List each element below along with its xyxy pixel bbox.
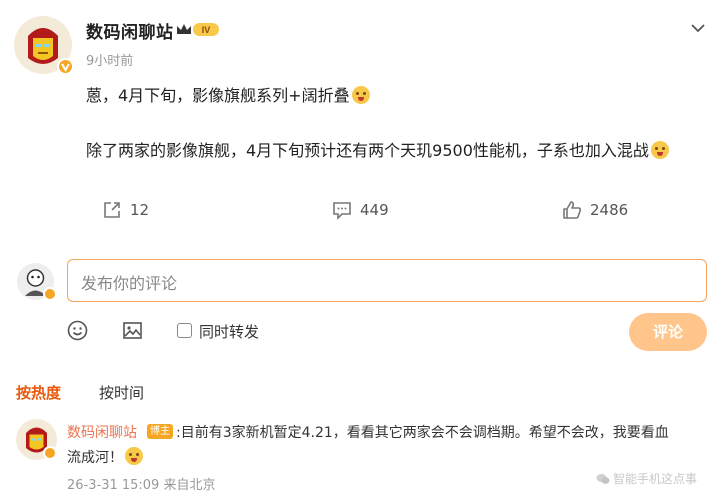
image-upload-button[interactable] (122, 320, 143, 345)
smile-icon (67, 320, 88, 341)
post-text-line2-content: 除了两家的影像旗舰，4月下旬预计还有两个天玑9500性能机，子系也加入混战 (86, 141, 649, 160)
author-name[interactable]: 数码闲聊站 (86, 18, 174, 43)
chevron-down-icon[interactable] (690, 18, 706, 37)
post-text-line1: 蒽，4月下旬，影像旗舰系列+阔折叠 (86, 82, 370, 106)
comment-icon (333, 202, 351, 220)
emoji-icon (351, 86, 370, 104)
emoji-icon (650, 141, 669, 159)
emoji-icon (125, 447, 143, 465)
sort-by-time-tab[interactable]: 按时间 (99, 382, 144, 403)
also-repost-label[interactable]: 同时转发 (199, 321, 259, 342)
also-repost-checkbox[interactable] (177, 323, 192, 338)
submit-comment-button[interactable]: 评论 (629, 313, 707, 351)
repost-button[interactable]: 12 (102, 200, 149, 220)
verified-badge-icon (43, 287, 57, 301)
comment-button[interactable]: 449 (332, 200, 389, 220)
post-text-line2: 除了两家的影像旗舰，4月下旬预计还有两个天玑9500性能机，子系也加入混战 (86, 137, 669, 161)
comment-meta: 26-3-31 15:09 来自北京 (67, 478, 216, 493)
image-icon (123, 322, 142, 339)
like-button[interactable]: 2486 (562, 200, 628, 220)
repost-icon (104, 202, 120, 218)
post-time: 9小时前 (86, 54, 134, 69)
comment-text-line2: 流成河！ (67, 447, 143, 467)
comment-count: 449 (360, 201, 389, 219)
verified-badge-icon (57, 58, 74, 75)
verified-badge-icon (43, 446, 57, 460)
wechat-icon (596, 473, 610, 484)
sort-by-hot-tab[interactable]: 按热度 (16, 382, 61, 403)
watermark: 智能手机这点事 (596, 470, 697, 487)
author-tag-badge: 博主 (147, 424, 173, 439)
commenter-name[interactable]: 数码闲聊站 (67, 422, 137, 442)
emoji-picker-button[interactable] (67, 320, 88, 345)
comment-input[interactable]: 发布你的评论 (67, 259, 707, 302)
comment-text-line1: :目前有3家新机暂定4.21，看看其它两家会不会调档期。希望不会改，我要看血 (176, 425, 669, 441)
comment-input-placeholder: 发布你的评论 (81, 274, 178, 293)
level-badge-text: IV (202, 25, 211, 35)
watermark-text: 智能手机这点事 (613, 472, 698, 486)
comment-text-line2-content: 流成河！ (67, 450, 123, 466)
like-count: 2486 (590, 201, 629, 219)
like-icon (563, 201, 582, 219)
repost-count: 12 (130, 201, 150, 219)
crown-level-icon[interactable]: IV (175, 21, 221, 38)
post-text-line1-content: 蒽，4月下旬，影像旗舰系列+阔折叠 (86, 86, 350, 105)
